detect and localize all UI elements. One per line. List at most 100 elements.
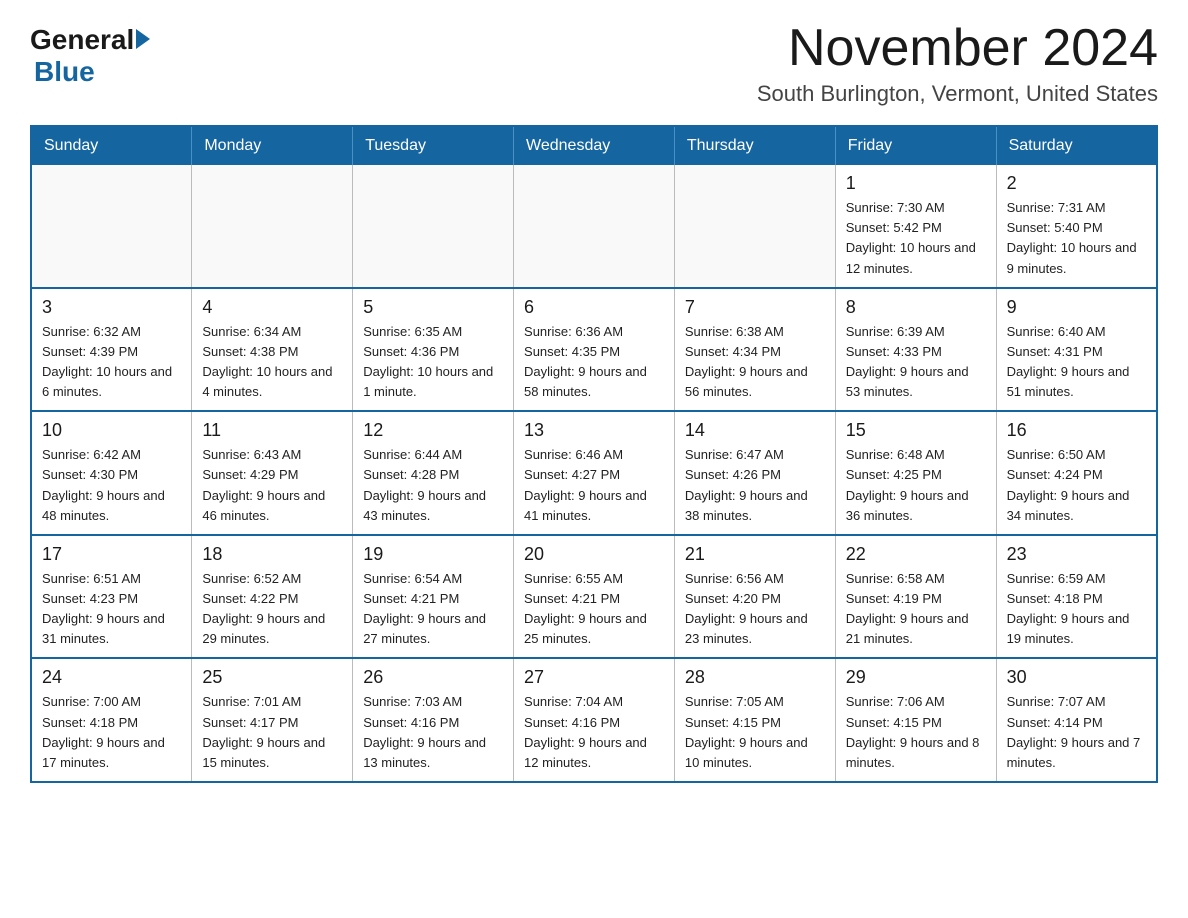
calendar-body: 1Sunrise: 7:30 AM Sunset: 5:42 PM Daylig… <box>31 165 1157 782</box>
day-number: 26 <box>363 667 503 688</box>
day-number: 11 <box>202 420 342 441</box>
day-number: 27 <box>524 667 664 688</box>
calendar-cell: 24Sunrise: 7:00 AM Sunset: 4:18 PM Dayli… <box>31 658 192 782</box>
day-number: 7 <box>685 297 825 318</box>
day-number: 8 <box>846 297 986 318</box>
calendar-week-3: 10Sunrise: 6:42 AM Sunset: 4:30 PM Dayli… <box>31 411 1157 535</box>
day-number: 22 <box>846 544 986 565</box>
calendar-cell: 9Sunrise: 6:40 AM Sunset: 4:31 PM Daylig… <box>996 288 1157 412</box>
day-info: Sunrise: 6:43 AM Sunset: 4:29 PM Dayligh… <box>202 445 342 526</box>
day-info: Sunrise: 7:01 AM Sunset: 4:17 PM Dayligh… <box>202 692 342 773</box>
day-info: Sunrise: 6:36 AM Sunset: 4:35 PM Dayligh… <box>524 322 664 403</box>
day-number: 17 <box>42 544 181 565</box>
day-info: Sunrise: 6:39 AM Sunset: 4:33 PM Dayligh… <box>846 322 986 403</box>
day-info: Sunrise: 6:44 AM Sunset: 4:28 PM Dayligh… <box>363 445 503 526</box>
day-info: Sunrise: 6:56 AM Sunset: 4:20 PM Dayligh… <box>685 569 825 650</box>
day-number: 3 <box>42 297 181 318</box>
calendar-cell: 22 Sunrise: 6:58 AM Sunset: 4:19 PM Dayli… <box>835 535 996 659</box>
day-number: 18 <box>202 544 342 565</box>
month-title: November 2024 <box>757 20 1158 77</box>
calendar-cell: 16 Sunrise: 6:50 AM Sunset: 4:24 PM Dayli… <box>996 411 1157 535</box>
calendar-cell: 5 Sunrise: 6:35 AM Sunset: 4:36 PM Daylig… <box>353 288 514 412</box>
weekday-header-row: SundayMondayTuesdayWednesdayThursdayFrid… <box>31 126 1157 165</box>
day-number: 28 <box>685 667 825 688</box>
day-info: Sunrise: 6:47 AM Sunset: 4:26 PM Dayligh… <box>685 445 825 526</box>
calendar-table: SundayMondayTuesdayWednesdayThursdayFrid… <box>30 125 1158 783</box>
calendar-cell: 3 Sunrise: 6:32 AM Sunset: 4:39 PM Daylig… <box>31 288 192 412</box>
day-info: Sunrise: 6:32 AM Sunset: 4:39 PM Dayligh… <box>42 322 181 403</box>
logo-general-text: General <box>30 26 134 54</box>
calendar-cell: 2Sunrise: 7:31 AM Sunset: 5:40 PM Daylig… <box>996 165 1157 288</box>
day-info: Sunrise: 6:34 AM Sunset: 4:38 PM Dayligh… <box>202 322 342 403</box>
calendar-cell: 25 Sunrise: 7:01 AM Sunset: 4:17 PM Dayli… <box>192 658 353 782</box>
calendar-cell: 30Sunrise: 7:07 AM Sunset: 4:14 PM Dayli… <box>996 658 1157 782</box>
calendar-cell: 18 Sunrise: 6:52 AM Sunset: 4:22 PM Dayli… <box>192 535 353 659</box>
day-info: Sunrise: 6:52 AM Sunset: 4:22 PM Dayligh… <box>202 569 342 650</box>
calendar-cell: 29 Sunrise: 7:06 AM Sunset: 4:15 PM Dayli… <box>835 658 996 782</box>
calendar-cell: 14 Sunrise: 6:47 AM Sunset: 4:26 PM Dayli… <box>674 411 835 535</box>
day-info: Sunrise: 6:58 AM Sunset: 4:19 PM Dayligh… <box>846 569 986 650</box>
calendar-cell: 15 Sunrise: 6:48 AM Sunset: 4:25 PM Dayli… <box>835 411 996 535</box>
calendar-cell <box>674 165 835 288</box>
logo-arrow-icon <box>136 29 150 49</box>
day-number: 5 <box>363 297 503 318</box>
day-number: 23 <box>1007 544 1146 565</box>
calendar-cell <box>31 165 192 288</box>
logo-blue-text: Blue <box>34 56 95 88</box>
calendar-cell: 21 Sunrise: 6:56 AM Sunset: 4:20 PM Dayli… <box>674 535 835 659</box>
calendar-header: SundayMondayTuesdayWednesdayThursdayFrid… <box>31 126 1157 165</box>
day-info: Sunrise: 7:04 AM Sunset: 4:16 PM Dayligh… <box>524 692 664 773</box>
calendar-cell: 27 Sunrise: 7:04 AM Sunset: 4:16 PM Dayli… <box>514 658 675 782</box>
calendar-week-2: 3 Sunrise: 6:32 AM Sunset: 4:39 PM Daylig… <box>31 288 1157 412</box>
calendar-week-1: 1Sunrise: 7:30 AM Sunset: 5:42 PM Daylig… <box>31 165 1157 288</box>
day-info: Sunrise: 6:48 AM Sunset: 4:25 PM Dayligh… <box>846 445 986 526</box>
calendar-cell: 11 Sunrise: 6:43 AM Sunset: 4:29 PM Dayli… <box>192 411 353 535</box>
calendar-cell <box>514 165 675 288</box>
day-info: Sunrise: 6:51 AM Sunset: 4:23 PM Dayligh… <box>42 569 181 650</box>
day-info: Sunrise: 6:40 AM Sunset: 4:31 PM Dayligh… <box>1007 322 1146 403</box>
calendar-cell: 6Sunrise: 6:36 AM Sunset: 4:35 PM Daylig… <box>514 288 675 412</box>
day-info: Sunrise: 6:35 AM Sunset: 4:36 PM Dayligh… <box>363 322 503 403</box>
day-number: 25 <box>202 667 342 688</box>
day-info: Sunrise: 7:00 AM Sunset: 4:18 PM Dayligh… <box>42 692 181 773</box>
calendar-cell: 20 Sunrise: 6:55 AM Sunset: 4:21 PM Dayli… <box>514 535 675 659</box>
day-number: 12 <box>363 420 503 441</box>
day-number: 21 <box>685 544 825 565</box>
calendar-week-4: 17 Sunrise: 6:51 AM Sunset: 4:23 PM Dayli… <box>31 535 1157 659</box>
day-number: 16 <box>1007 420 1146 441</box>
day-info: Sunrise: 7:03 AM Sunset: 4:16 PM Dayligh… <box>363 692 503 773</box>
weekday-header-friday: Friday <box>835 126 996 165</box>
day-number: 10 <box>42 420 181 441</box>
calendar-cell: 12 Sunrise: 6:44 AM Sunset: 4:28 PM Dayli… <box>353 411 514 535</box>
calendar-cell <box>192 165 353 288</box>
calendar-cell: 19 Sunrise: 6:54 AM Sunset: 4:21 PM Dayli… <box>353 535 514 659</box>
weekday-header-wednesday: Wednesday <box>514 126 675 165</box>
calendar-cell: 28Sunrise: 7:05 AM Sunset: 4:15 PM Dayli… <box>674 658 835 782</box>
calendar-cell: 1Sunrise: 7:30 AM Sunset: 5:42 PM Daylig… <box>835 165 996 288</box>
day-number: 19 <box>363 544 503 565</box>
day-number: 14 <box>685 420 825 441</box>
calendar-cell: 26 Sunrise: 7:03 AM Sunset: 4:16 PM Dayli… <box>353 658 514 782</box>
day-number: 20 <box>524 544 664 565</box>
day-number: 29 <box>846 667 986 688</box>
day-info: Sunrise: 6:59 AM Sunset: 4:18 PM Dayligh… <box>1007 569 1146 650</box>
day-info: Sunrise: 7:30 AM Sunset: 5:42 PM Dayligh… <box>846 198 986 279</box>
calendar-cell: 7 Sunrise: 6:38 AM Sunset: 4:34 PM Daylig… <box>674 288 835 412</box>
day-info: Sunrise: 6:54 AM Sunset: 4:21 PM Dayligh… <box>363 569 503 650</box>
day-number: 2 <box>1007 173 1146 194</box>
day-number: 4 <box>202 297 342 318</box>
weekday-header-thursday: Thursday <box>674 126 835 165</box>
calendar-cell: 13Sunrise: 6:46 AM Sunset: 4:27 PM Dayli… <box>514 411 675 535</box>
weekday-header-sunday: Sunday <box>31 126 192 165</box>
day-info: Sunrise: 6:38 AM Sunset: 4:34 PM Dayligh… <box>685 322 825 403</box>
day-info: Sunrise: 7:06 AM Sunset: 4:15 PM Dayligh… <box>846 692 986 773</box>
calendar-cell: 4 Sunrise: 6:34 AM Sunset: 4:38 PM Daylig… <box>192 288 353 412</box>
calendar-cell: 10Sunrise: 6:42 AM Sunset: 4:30 PM Dayli… <box>31 411 192 535</box>
day-info: Sunrise: 6:50 AM Sunset: 4:24 PM Dayligh… <box>1007 445 1146 526</box>
day-number: 15 <box>846 420 986 441</box>
weekday-header-saturday: Saturday <box>996 126 1157 165</box>
day-info: Sunrise: 7:07 AM Sunset: 4:14 PM Dayligh… <box>1007 692 1146 773</box>
location-subtitle: South Burlington, Vermont, United States <box>757 81 1158 107</box>
title-section: November 2024 South Burlington, Vermont,… <box>757 20 1158 107</box>
day-info: Sunrise: 6:55 AM Sunset: 4:21 PM Dayligh… <box>524 569 664 650</box>
